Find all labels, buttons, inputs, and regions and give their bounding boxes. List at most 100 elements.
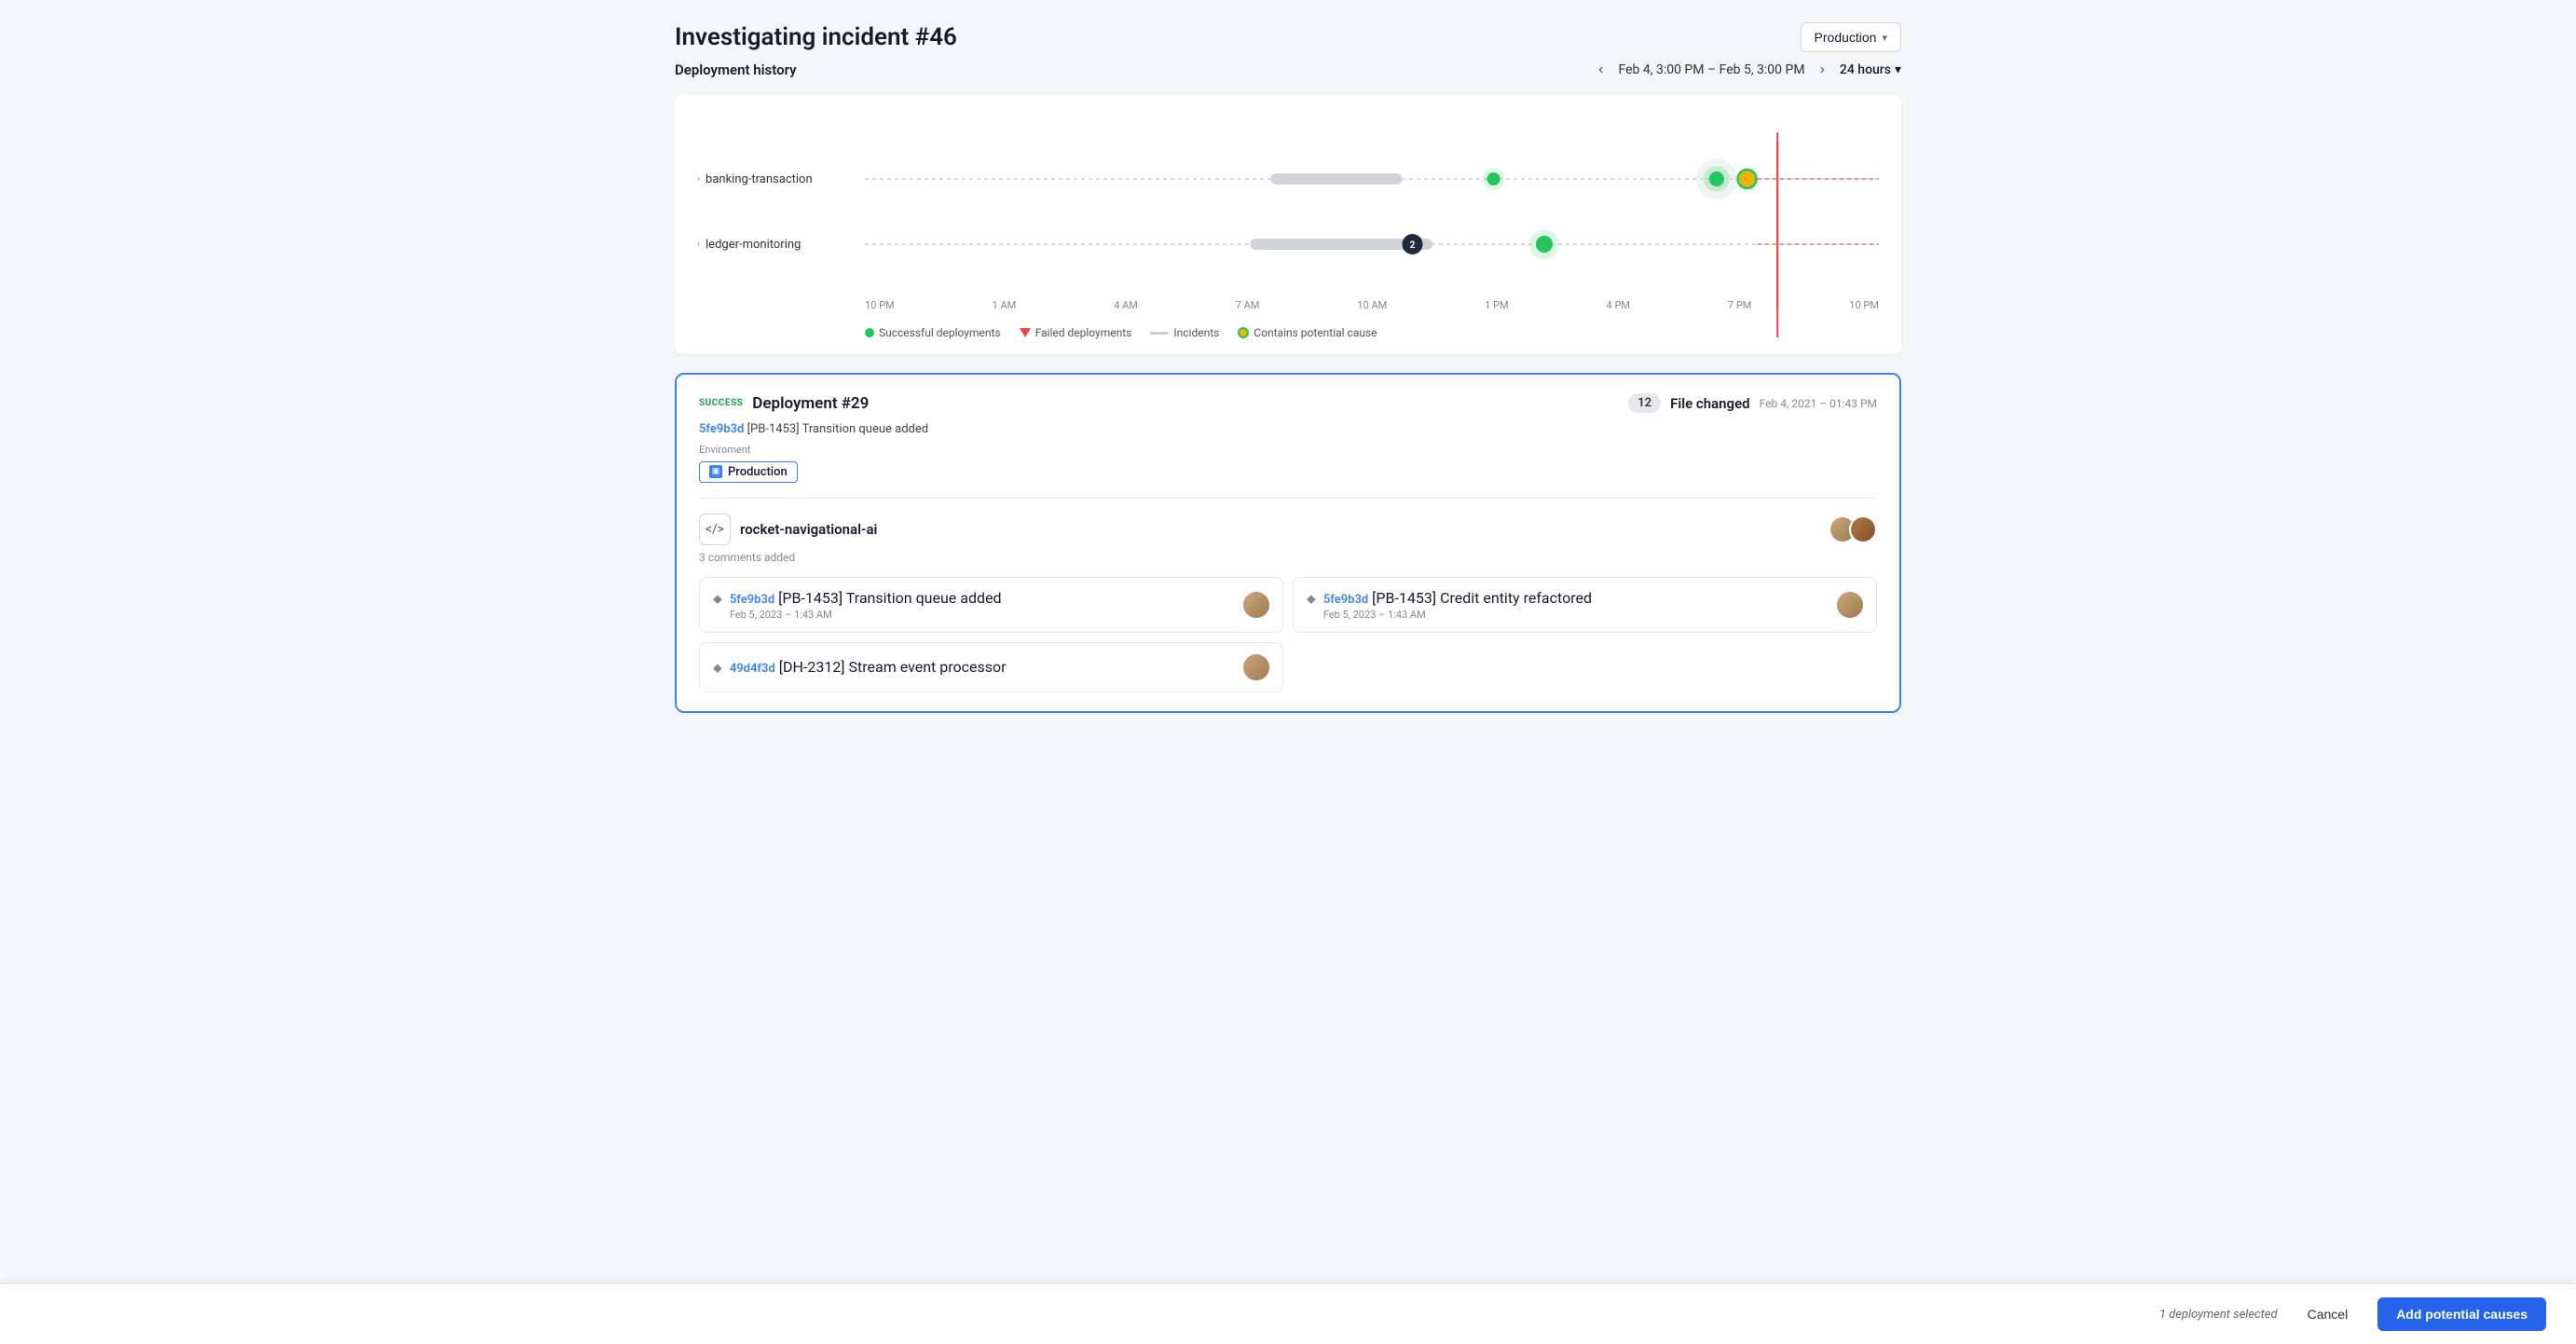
comments-text: 3 comments added (699, 551, 1877, 564)
time-label-2: 4 AM (1114, 299, 1138, 311)
commit-msg-3: [DH-2312] Stream event processor (779, 658, 1007, 676)
service-name-ledger: ledger-monitoring (706, 238, 801, 252)
commit-icon-1: ⬥ (713, 592, 722, 607)
commit-card-left-1: ⬥ 5fe9b3d [PB-1453] Transition queue add… (713, 589, 1002, 621)
legend-incidents-label: Incidents (1173, 326, 1219, 339)
avatar-2 (1849, 515, 1877, 543)
repo-name: rocket-navigational-ai (740, 521, 877, 538)
successful-dot (865, 328, 874, 337)
commit-hash-2: 5fe9b3d (1323, 593, 1368, 607)
next-time-button[interactable]: › (1815, 60, 1830, 80)
commit-card-2: ⬥ 5fe9b3d [PB-1453] Credit entity refact… (1293, 577, 1877, 633)
bottom-bar: 1 deployment selected Cancel Add potenti… (0, 1283, 2576, 1344)
commit-card-text-1: 5fe9b3d [PB-1453] Transition queue added… (730, 589, 1002, 621)
divider (699, 498, 1877, 499)
commits-grid: ⬥ 5fe9b3d [PB-1453] Transition queue add… (699, 577, 1877, 693)
failed-triangle-icon (1020, 328, 1031, 337)
commit-icon-2: ⬥ (1307, 592, 1316, 607)
commit-info: 5fe9b3d [PB-1453] Transition queue added (699, 422, 1877, 436)
legend-successful: Successful deployments (865, 326, 1001, 339)
expand-icon: › (697, 240, 700, 250)
commit-avatar-3 (1243, 654, 1269, 680)
cause-dot-icon (1238, 327, 1249, 338)
time-label-4: 10 AM (1357, 299, 1387, 311)
banking-service-line (865, 151, 1879, 207)
commit-hash-1: 5fe9b3d (730, 593, 774, 607)
commit-date-1: Feb 5, 2023 – 1:43 AM (730, 609, 1002, 621)
legend-successful-label: Successful deployments (879, 326, 1001, 339)
commit-card-left-2: ⬥ 5fe9b3d [PB-1453] Credit entity refact… (1307, 589, 1592, 621)
commit-msg-1: [PB-1453] Transition queue added (778, 589, 1001, 607)
commit-card-text-3: 49d4f3d [DH-2312] Stream event processor (730, 658, 1007, 676)
time-label-8: 10 PM (1849, 299, 1879, 311)
page-header: Investigating incident #46 Production ▾ (675, 22, 1901, 52)
time-range-label: Feb 4, 3:00 PM – Feb 5, 3:00 PM (1619, 62, 1805, 77)
env-tag-icon: ▣ (709, 465, 722, 478)
commit-line-1: 5fe9b3d [PB-1453] Transition queue added (730, 589, 1002, 607)
commit-msg-2: [PB-1453] Credit entity refactored (1372, 589, 1592, 607)
commit-card-1: ⬥ 5fe9b3d [PB-1453] Transition queue add… (699, 577, 1283, 633)
time-nav: ‹ Feb 4, 3:00 PM – Feb 5, 3:00 PM › 24 h… (1593, 60, 1901, 80)
legend-cause-label: Contains potential cause (1254, 326, 1377, 339)
time-label-3: 7 AM (1236, 299, 1260, 311)
card-title-left: SUCCESS Deployment #29 (699, 394, 869, 413)
commit-rest-main: [PB-1453] Transition queue added (744, 422, 928, 436)
env-section-label: Enviroment (699, 444, 1877, 456)
chevron-down-icon: ▾ (1882, 32, 1887, 44)
deployment-history-label: Deployment history (675, 62, 797, 78)
svg-text:2: 2 (1410, 240, 1416, 251)
service-name-banking: banking-transaction (706, 172, 813, 186)
commit-card-text-2: 5fe9b3d [PB-1453] Credit entity refactor… (1323, 589, 1592, 621)
service-label-ledger[interactable]: › ledger-monitoring (697, 238, 865, 252)
chart-legend: Successful deployments Failed deployment… (697, 326, 1879, 339)
env-tag-name: Production (728, 465, 788, 479)
commit-icon-3: ⬥ (713, 661, 722, 676)
commit-hash-main: 5fe9b3d (699, 422, 744, 436)
prev-time-button[interactable]: ‹ (1593, 60, 1609, 80)
commit-card-3: ⬥ 49d4f3d [DH-2312] Stream event process… (699, 642, 1283, 693)
time-label-6: 4 PM (1607, 299, 1630, 311)
legend-failed: Failed deployments (1020, 326, 1132, 339)
commit-avatar-2 (1837, 592, 1863, 618)
selected-count-text: 1 deployment selected (2159, 1308, 2278, 1322)
repo-left: </> rocket-navigational-ai (699, 514, 877, 545)
env-tag: ▣ Production (699, 461, 798, 483)
page-title: Investigating incident #46 (675, 23, 957, 51)
service-row-1: › banking-transaction (697, 151, 1879, 207)
chart-area: › banking-transaction (697, 114, 1879, 319)
time-label-1: 1 AM (993, 299, 1017, 311)
commit-avatar-1 (1243, 592, 1269, 618)
deployment-title: Deployment #29 (752, 394, 869, 413)
add-causes-button[interactable]: Add potential causes (2377, 1297, 2546, 1331)
service-label-banking[interactable]: › banking-transaction (697, 172, 865, 186)
legend-incidents: Incidents (1150, 326, 1219, 339)
commit-line-3: 49d4f3d [DH-2312] Stream event processor (730, 658, 1007, 676)
hours-dropdown[interactable]: 24 hours ▾ (1840, 62, 1901, 77)
commit-hash-3: 49d4f3d (730, 662, 775, 676)
code-icon: </> (699, 514, 731, 545)
commit-card-left-3: ⬥ 49d4f3d [DH-2312] Stream event process… (713, 658, 1007, 676)
expand-icon: › (697, 174, 700, 185)
environment-dropdown[interactable]: Production ▾ (1801, 22, 1901, 52)
time-label-7: 7 PM (1728, 299, 1751, 311)
status-badge: SUCCESS (699, 398, 743, 408)
legend-cause: Contains potential cause (1238, 326, 1377, 339)
card-title-right: 12 File changed Feb 4, 2021 – 01:43 PM (1628, 393, 1877, 413)
file-changed-label: File changed (1670, 395, 1750, 412)
file-count-badge: 12 (1628, 393, 1661, 413)
ledger-service-line: 2 (865, 216, 1879, 272)
chart-section: › banking-transaction (675, 95, 1901, 354)
chevron-down-icon: ▾ (1895, 62, 1901, 77)
hours-label: 24 hours (1840, 62, 1891, 77)
commit-date-2: Feb 5, 2023 – 1:43 AM (1323, 609, 1592, 621)
time-label-5: 1 PM (1485, 299, 1508, 311)
commit-line-2: 5fe9b3d [PB-1453] Credit entity refactor… (1323, 589, 1592, 607)
deployment-history-header: Deployment history ‹ Feb 4, 3:00 PM – Fe… (675, 60, 1901, 80)
repo-row: </> rocket-navigational-ai (699, 514, 1877, 545)
service-row-2: › ledger-monitoring 2 (697, 216, 1879, 272)
card-header: SUCCESS Deployment #29 12 File changed F… (699, 393, 1877, 413)
cancel-button[interactable]: Cancel (2293, 1299, 2364, 1329)
env-dropdown-label: Production (1815, 30, 1877, 45)
incident-line-icon (1150, 332, 1169, 335)
time-axis: 10 PM 1 AM 4 AM 7 AM 10 AM 1 PM 4 PM 7 P… (865, 291, 1879, 319)
